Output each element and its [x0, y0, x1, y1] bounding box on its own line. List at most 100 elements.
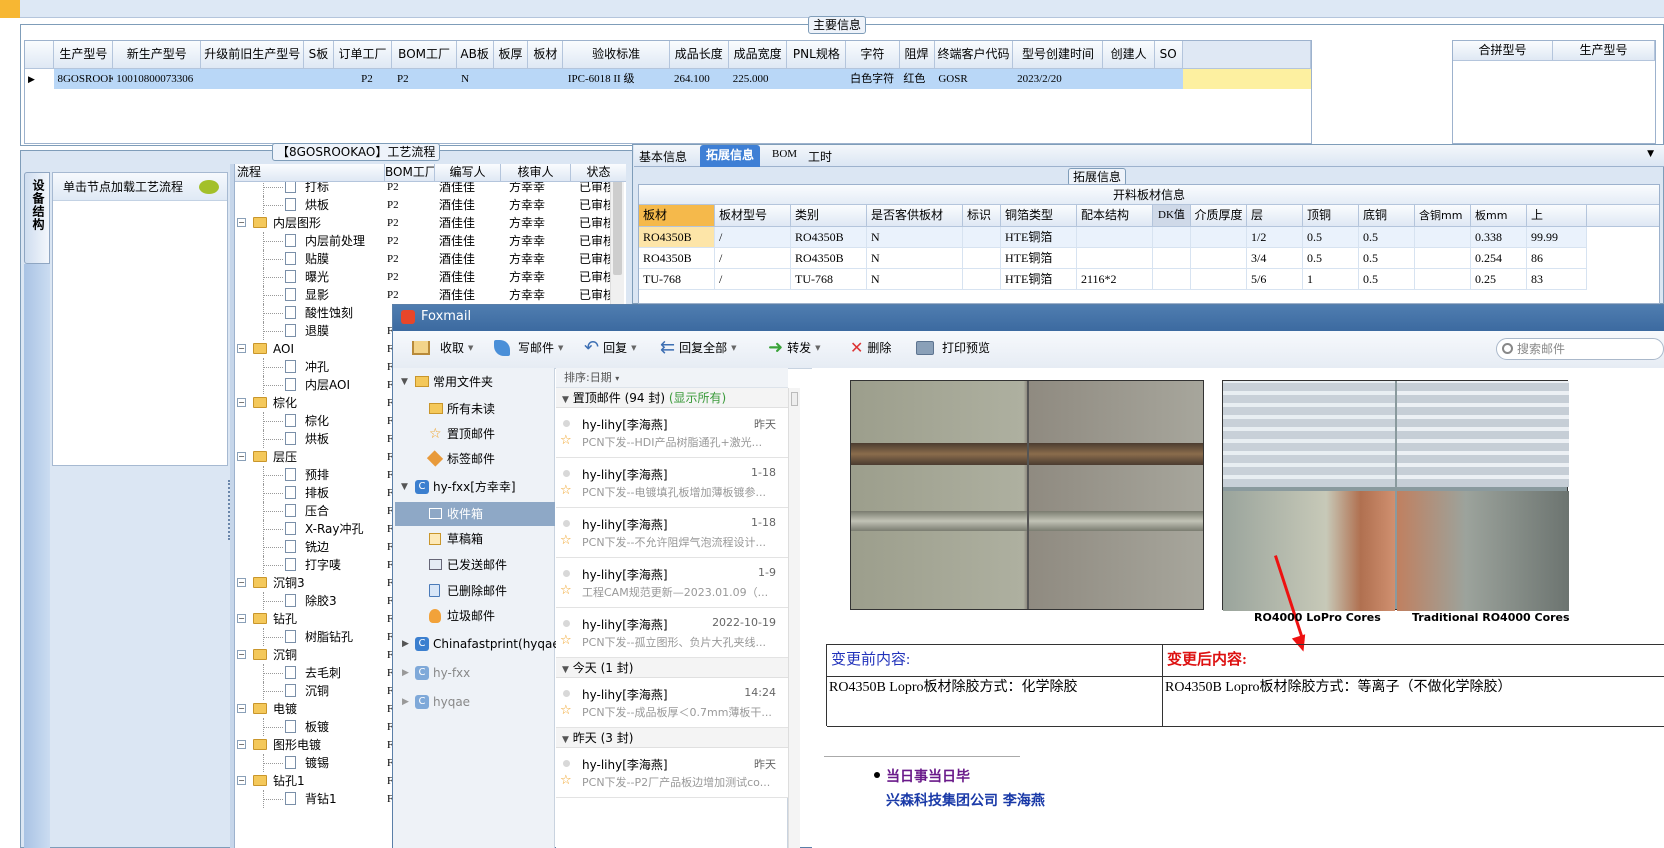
- cell[interactable]: TU-768: [791, 269, 867, 289]
- col-header[interactable]: 生产型号: [1553, 41, 1655, 60]
- cell[interactable]: /: [715, 248, 791, 268]
- cell[interactable]: [788, 69, 847, 89]
- cell[interactable]: 0.5: [1359, 248, 1415, 268]
- cell[interactable]: 0.254: [1471, 248, 1527, 268]
- col-header[interactable]: 顶铜: [1303, 205, 1359, 226]
- col-header[interactable]: 层: [1247, 205, 1303, 226]
- tab-work-hours[interactable]: 工时: [808, 148, 832, 165]
- col-header[interactable]: 升级前旧生产型号: [201, 41, 305, 68]
- mail-item[interactable]: hy-lihy[李海燕] 1-18 ☆ PCN下发--不允许阻焊气泡流程设计...: [556, 508, 788, 558]
- tab-bom[interactable]: BOM: [772, 148, 797, 160]
- mail-item[interactable]: hy-lihy[李海燕] 昨天 ☆ PCN下发--HDI产品树脂通孔+激光...: [556, 408, 788, 458]
- col-header[interactable]: 流程: [235, 164, 385, 181]
- col-header[interactable]: 订单工厂: [334, 41, 393, 68]
- star-icon[interactable]: ☆: [560, 633, 572, 648]
- compose-button[interactable]: 写邮件 ▼: [494, 338, 563, 358]
- cell[interactable]: [530, 69, 565, 89]
- tree-node[interactable]: 贴膜 P2 酒佳佳 方幸幸 已审核: [235, 250, 625, 268]
- tab-basic-info[interactable]: 基本信息: [639, 148, 687, 165]
- col-header[interactable]: SO: [1155, 41, 1183, 68]
- col-header[interactable]: 合拼型号: [1453, 41, 1553, 60]
- chevron-down-icon[interactable]: ▼: [731, 338, 736, 358]
- mail-item[interactable]: hy-lihy[李海燕] 14:24 ☆ PCN下发--成品板厚＜0.7mm薄板干..…: [556, 678, 788, 728]
- col-header[interactable]: 成品长度: [670, 41, 729, 68]
- show-all-link[interactable]: (显示所有): [669, 391, 726, 405]
- cell[interactable]: [1077, 227, 1153, 247]
- folder-deleted[interactable]: 已删除邮件: [395, 579, 555, 603]
- cell[interactable]: [1153, 248, 1191, 268]
- print-preview-button[interactable]: 打印预览: [916, 338, 990, 358]
- cell[interactable]: [963, 227, 1001, 247]
- section-yesterday[interactable]: ▼ 昨天 (3 封): [556, 728, 788, 748]
- cell[interactable]: [1153, 227, 1191, 247]
- collapse-toggle-icon[interactable]: −: [237, 776, 246, 785]
- col-header[interactable]: 类别: [791, 205, 867, 226]
- tree-node[interactable]: 烘板 P2 酒佳佳 方幸幸 已审核: [235, 196, 625, 214]
- cell[interactable]: 红色: [900, 69, 935, 89]
- col-header[interactable]: 创建人: [1103, 41, 1155, 68]
- cell[interactable]: 99.99: [1527, 227, 1587, 247]
- collapse-toggle-icon[interactable]: −: [237, 650, 246, 659]
- col-header[interactable]: 阻焊: [900, 41, 935, 68]
- cell[interactable]: RO4350B: [791, 227, 867, 247]
- col-header[interactable]: DK值: [1153, 205, 1191, 226]
- col-header[interactable]: 板mm: [1471, 205, 1527, 226]
- cell[interactable]: /: [715, 269, 791, 289]
- star-icon[interactable]: ☆: [560, 533, 572, 548]
- cell[interactable]: 0.5: [1359, 227, 1415, 247]
- cell[interactable]: 3/4: [1247, 248, 1303, 268]
- mail-item[interactable]: hy-lihy[李海燕] 昨天 ☆ PCN下发--P2厂产品板边增加测试co...: [556, 748, 788, 798]
- folder-tagged[interactable]: 标签邮件: [395, 447, 555, 471]
- col-header[interactable]: 型号创建时间: [1013, 41, 1104, 68]
- col-header[interactable]: BOM工厂: [385, 164, 435, 181]
- col-header[interactable]: PNL规格: [787, 41, 847, 68]
- tree-node[interactable]: 曝光 P2 酒佳佳 方幸幸 已审核: [235, 268, 625, 286]
- col-header[interactable]: BOM工厂: [392, 41, 457, 68]
- table-row[interactable]: ▶ 8GOSROOKAO 10010800073306 P2 P2 N IPC-…: [25, 69, 1311, 89]
- folder-group-common[interactable]: ▼ 常用文件夹: [395, 370, 555, 394]
- chevron-down-icon[interactable]: ▼: [815, 338, 820, 358]
- cell[interactable]: 0.25: [1471, 269, 1527, 289]
- col-header[interactable]: 新生产型号: [113, 41, 202, 68]
- account-hy-fxx-fang[interactable]: ▼ Chy-fxx[方幸幸]: [395, 475, 555, 499]
- cell[interactable]: N: [867, 227, 963, 247]
- folder-inbox[interactable]: 收件箱: [395, 502, 555, 526]
- cell[interactable]: HTE铜箔: [1001, 227, 1077, 247]
- account-hy-fxx[interactable]: ▶ Chy-fxx: [395, 661, 555, 685]
- col-header[interactable]: 板厚: [494, 41, 529, 68]
- cell[interactable]: P2: [394, 69, 458, 89]
- reply-all-button[interactable]: ⇇ 回复全部 ▼: [660, 338, 737, 358]
- cell[interactable]: 5/6: [1247, 269, 1303, 289]
- cell[interactable]: /: [715, 227, 791, 247]
- collapse-toggle-icon[interactable]: −: [237, 398, 246, 407]
- cell[interactable]: 10010800073306: [113, 69, 201, 89]
- mail-item[interactable]: hy-lihy[李海燕] 2022-10-19 ☆ PCN下发--孤立图形、负片大孔夹…: [556, 608, 788, 658]
- cell[interactable]: 0.338: [1471, 227, 1527, 247]
- account-chinafastprint[interactable]: ▶ C Chinafastprint(hyqae): [395, 632, 564, 656]
- folder-pinned[interactable]: ☆ 置顶邮件: [395, 422, 555, 446]
- delete-button[interactable]: ✕ 删除: [850, 338, 891, 358]
- cell[interactable]: [1155, 69, 1183, 89]
- cell[interactable]: [1077, 248, 1153, 268]
- cell[interactable]: N: [867, 248, 963, 268]
- cell[interactable]: RO4350B: [639, 248, 715, 268]
- collapse-toggle-icon[interactable]: −: [237, 578, 246, 587]
- folder-junk[interactable]: 垃圾邮件: [395, 604, 555, 628]
- col-header[interactable]: 状态: [571, 164, 626, 181]
- cell[interactable]: RO4350B: [791, 248, 867, 268]
- collapse-toggle-icon[interactable]: −: [237, 740, 246, 749]
- list-scrollbar[interactable]: [788, 388, 800, 848]
- cell[interactable]: [1104, 69, 1155, 89]
- cell[interactable]: HTE铜箔: [1001, 248, 1077, 268]
- cell[interactable]: 1: [1303, 269, 1359, 289]
- col-header[interactable]: 编写人: [435, 164, 501, 181]
- cell[interactable]: [1415, 269, 1471, 289]
- forward-button[interactable]: ➜ 转发 ▼: [768, 338, 821, 358]
- collapse-toggle-icon[interactable]: −: [237, 218, 246, 227]
- col-header[interactable]: 介质厚度: [1191, 205, 1247, 226]
- cell[interactable]: [1415, 227, 1471, 247]
- folder-drafts[interactable]: 草稿箱: [395, 527, 555, 551]
- tree-node[interactable]: − 内层图形 P2 酒佳佳 方幸幸 已审核: [235, 214, 625, 232]
- side-tab-equipment[interactable]: 设备结构: [24, 172, 50, 264]
- cell[interactable]: 2023/2/20: [1014, 69, 1104, 89]
